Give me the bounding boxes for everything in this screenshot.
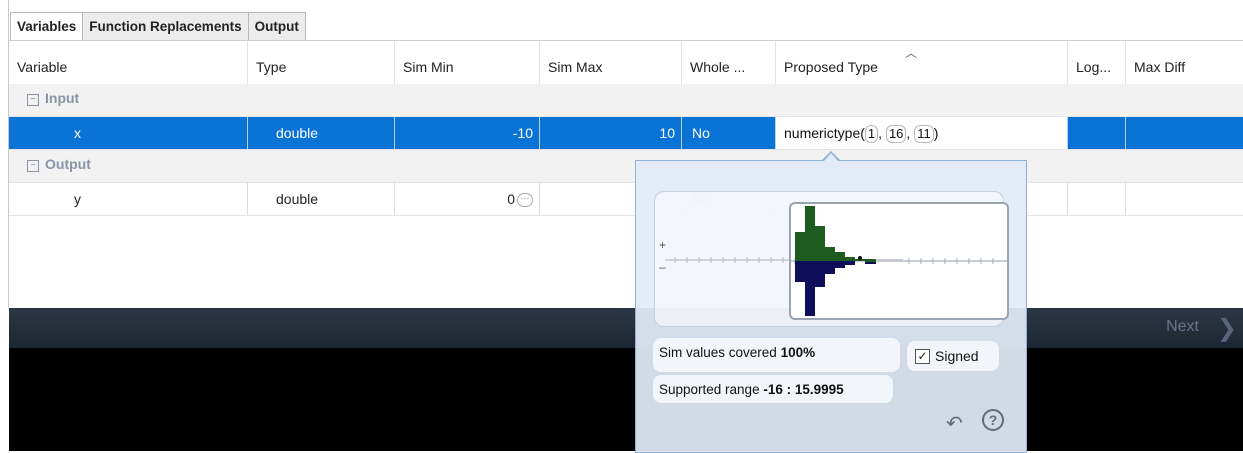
sort-ascending-icon: ︿ xyxy=(905,46,918,60)
navigation-bar: Next ❯ xyxy=(9,308,1243,348)
tab-bar: Variables Function Replacements Output xyxy=(10,12,306,41)
sim-values-label: Sim values covered xyxy=(659,345,781,360)
signedness-token[interactable]: 1 xyxy=(864,125,879,143)
cell-log xyxy=(1067,183,1125,215)
table-row-y[interactable]: y double 0··· No xyxy=(9,183,1243,216)
cell-variable: x xyxy=(74,125,81,141)
group-label-input: Input xyxy=(45,90,80,106)
signed-toggle[interactable]: ✓ Signed xyxy=(907,341,999,371)
sim-values-covered: Sim values covered 100% xyxy=(653,338,900,372)
cell-whole-number: No xyxy=(681,117,775,149)
supported-range-label: Supported range xyxy=(659,382,764,397)
table-header: Variable Type Sim Min Sim Max Whole ... … xyxy=(9,40,1243,85)
column-header-whole-number[interactable]: Whole ... xyxy=(681,41,775,84)
column-header-log[interactable]: Log... xyxy=(1067,41,1125,84)
more-icon[interactable]: ··· xyxy=(517,193,533,208)
collapse-icon[interactable]: − xyxy=(27,94,39,106)
cell-sim-max: 10 xyxy=(539,117,681,149)
column-header-proposed-type[interactable]: Proposed Type xyxy=(775,41,1067,84)
cell-max-diff xyxy=(1125,183,1243,215)
column-header-sim-min[interactable]: Sim Min xyxy=(394,41,539,84)
histogram-bars xyxy=(791,206,1007,316)
column-header-sim-max[interactable]: Sim Max xyxy=(539,41,681,84)
proposed-type-close: ) xyxy=(933,125,939,141)
tab-function-replacements[interactable]: Function Replacements xyxy=(82,12,249,41)
supported-range: Supported range -16 : 15.9995 xyxy=(653,375,893,403)
proposed-type-editor[interactable]: numerictype(1, 16, 11) xyxy=(775,117,1067,149)
cell-log xyxy=(1067,117,1125,149)
table-row-x[interactable]: x double -10 10 No numerictype(1, 16, 11… xyxy=(9,117,1243,150)
group-row-input[interactable]: − Input xyxy=(9,84,1243,117)
proposed-type-function: numerictype( xyxy=(784,125,865,141)
cell-sim-min: 0 ··· xyxy=(394,183,539,215)
tab-output[interactable]: Output xyxy=(247,12,306,41)
cell-sim-min: -10 xyxy=(394,117,539,149)
chevron-right-icon[interactable]: ❯ xyxy=(1217,314,1237,343)
sim-values-value: 100% xyxy=(780,345,816,360)
fraction-length-token[interactable]: 11 xyxy=(914,125,934,143)
signed-label: Signed xyxy=(935,348,979,364)
histogram-chart[interactable] xyxy=(789,202,1009,320)
cell-variable: y xyxy=(74,191,81,207)
group-label-output: Output xyxy=(45,156,91,172)
cell-type: double xyxy=(247,117,394,149)
tab-variables[interactable]: Variables xyxy=(10,12,84,41)
column-header-variable[interactable]: Variable xyxy=(9,41,247,84)
cell-max-diff xyxy=(1125,117,1243,149)
histogram-frame: + – xyxy=(654,191,1009,327)
column-header-type[interactable]: Type xyxy=(247,41,394,84)
cell-type: double xyxy=(247,183,394,215)
sim-min-value: 0 xyxy=(507,191,515,207)
histogram-popup: + – Sim values covered 100% ✓ Signed Sup… xyxy=(635,160,1027,453)
next-button[interactable]: Next xyxy=(1166,318,1199,336)
output-area xyxy=(9,348,1243,451)
column-header-max-diff[interactable]: Max Diff xyxy=(1125,41,1243,84)
supported-range-value: -16 : 15.9995 xyxy=(763,382,844,397)
group-row-output[interactable]: − Output xyxy=(9,150,1243,183)
signed-checkbox[interactable]: ✓ xyxy=(915,349,930,364)
collapse-icon[interactable]: − xyxy=(27,160,39,172)
undo-icon[interactable]: ↶ xyxy=(946,411,963,436)
word-length-token[interactable]: 16 xyxy=(885,125,907,143)
popup-pointer-fill xyxy=(824,153,838,161)
help-icon[interactable]: ? xyxy=(982,409,1004,431)
